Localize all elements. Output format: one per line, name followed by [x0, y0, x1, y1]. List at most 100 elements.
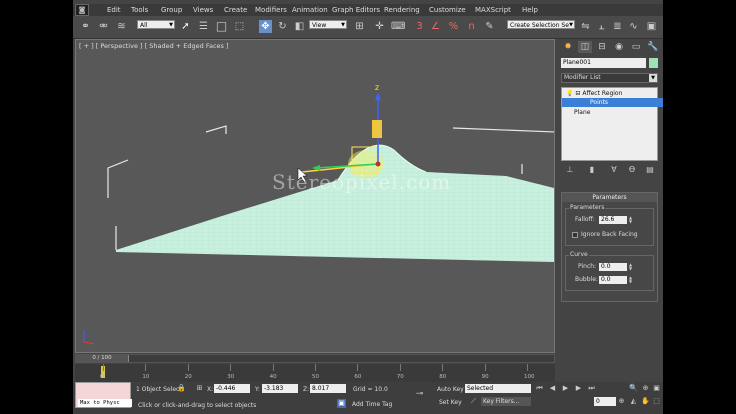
menu-help[interactable]: Help — [522, 6, 538, 14]
set-key-button[interactable]: Set Key — [439, 399, 462, 406]
go-to-end-icon[interactable]: ⏭ — [587, 384, 596, 393]
zoom-all-icon[interactable]: ⊕ — [641, 384, 650, 393]
bind-space-warp-icon[interactable]: ≋ — [115, 20, 128, 33]
select-and-manipulate-icon[interactable]: ✛ — [373, 20, 386, 33]
object-color-swatch[interactable] — [649, 58, 658, 68]
key-mode-toggle-icon[interactable]: ⊕ — [617, 397, 626, 406]
zoom-extents-icon[interactable]: ▣ — [652, 384, 661, 393]
keyboard-shortcut-icon[interactable]: ⌨ — [391, 20, 405, 33]
make-unique-icon[interactable]: ∀ — [609, 165, 619, 175]
select-and-scale-icon[interactable]: ◧ — [293, 20, 306, 33]
unlink-icon[interactable]: ⚮ — [97, 20, 110, 33]
utilities-tab-icon[interactable]: 🔧 — [646, 41, 660, 53]
menu-create[interactable]: Create — [224, 6, 247, 14]
spinner-snap-icon[interactable]: n — [465, 20, 478, 33]
lock-selection-icon[interactable]: 🔒 — [177, 384, 186, 393]
named-selection-dropdown[interactable]: Create Selection Se ▼ — [507, 20, 575, 29]
menu-edit[interactable]: Edit — [107, 6, 121, 14]
curve-editor-icon[interactable]: ∿ — [627, 20, 640, 33]
track-bar[interactable]: 0 10 20 30 40 50 60 70 80 90 100 — [75, 364, 555, 382]
spinner-arrows-icon[interactable]: ▲ ▼ — [628, 263, 633, 271]
percent-snap-icon[interactable]: % — [447, 20, 460, 33]
maxscript-input[interactable]: Max to Physc — [78, 399, 132, 407]
select-by-name-icon[interactable]: ☰ — [197, 20, 210, 33]
motion-tab-icon[interactable]: ◉ — [612, 41, 626, 53]
z-coordinate-field[interactable]: 8.017 — [310, 384, 346, 393]
go-to-start-icon[interactable]: ⏮ — [535, 384, 544, 393]
menu-group[interactable]: Group — [161, 6, 182, 14]
menu-modifiers[interactable]: Modifiers — [255, 6, 287, 14]
field-of-view-icon[interactable]: ◭ — [629, 397, 638, 406]
selection-filter-dropdown[interactable]: All ▼ — [137, 20, 175, 29]
mirror-icon[interactable]: ⇋ — [579, 20, 592, 33]
pivot-center-icon[interactable]: ⊞ — [353, 20, 366, 33]
time-tag-icon[interactable]: ▣ — [337, 399, 346, 408]
window-crossing-icon[interactable]: ⬚ — [233, 20, 246, 33]
previous-frame-icon[interactable]: ◀ — [548, 384, 557, 393]
show-end-result-icon[interactable]: ▮ — [587, 165, 597, 175]
link-icon[interactable]: ⚭ — [79, 20, 92, 33]
display-tab-icon[interactable]: ▭ — [629, 41, 643, 53]
current-frame-field[interactable]: 0 — [594, 397, 616, 406]
tangent-icon[interactable]: ⟋ — [469, 397, 478, 406]
key-icon[interactable]: ⊸ — [415, 390, 424, 399]
app-logo-icon[interactable]: ◙ — [75, 4, 89, 16]
next-frame-icon[interactable]: ▶ — [574, 384, 583, 393]
modify-tab-icon[interactable]: ◫ — [578, 41, 592, 53]
lightbulb-icon[interactable]: 💡 — [566, 90, 573, 97]
layer-manager-icon[interactable]: ≣ — [611, 20, 624, 33]
select-object-icon[interactable]: ➚ — [179, 20, 192, 33]
auto-key-button[interactable]: Auto Key — [437, 386, 464, 393]
maximize-viewport-icon[interactable]: ⬚ — [652, 397, 661, 406]
create-tab-icon[interactable]: ✸ — [561, 41, 575, 53]
modifier-list-dropdown[interactable]: Modifier List ▼ — [561, 73, 658, 83]
edit-named-selections-icon[interactable]: ✎ — [483, 20, 496, 33]
pan-icon[interactable]: ✋ — [641, 397, 650, 406]
snap-toggle-icon[interactable]: 3 — [413, 20, 426, 33]
select-and-move-icon[interactable]: ✥ — [259, 20, 272, 33]
menu-rendering[interactable]: Rendering — [384, 6, 420, 14]
y-coordinate-field[interactable]: -3.183 — [262, 384, 298, 393]
menu-maxscript[interactable]: MAXScript — [475, 6, 511, 14]
menu-views[interactable]: Views — [193, 6, 213, 14]
key-mode-dropdown[interactable]: Selected — [465, 384, 531, 393]
menu-customize[interactable]: Customize — [429, 6, 466, 14]
menu-animation[interactable]: Animation — [292, 6, 328, 14]
x-coordinate-field[interactable]: -0.446 — [214, 384, 250, 393]
maxscript-mini-listener[interactable]: Max to Physc — [75, 382, 132, 408]
key-filters-button[interactable]: Key Filters... — [481, 397, 531, 406]
object-name-field[interactable]: Plane001 — [561, 58, 646, 68]
expand-icon[interactable]: ⊟ — [575, 90, 580, 97]
perspective-viewport[interactable]: [ + ] [ Perspective ] [ Shaded + Edged F… — [75, 39, 555, 353]
time-slider[interactable]: 0 / 100 — [75, 354, 555, 363]
absolute-mode-icon[interactable]: ⊞ — [195, 384, 204, 393]
rectangle-selection-icon[interactable]: □ — [215, 20, 228, 33]
play-icon[interactable]: ▶ — [561, 384, 570, 393]
deformed-plane[interactable] — [116, 144, 554, 262]
render-setup-icon[interactable]: ▣ — [645, 20, 658, 33]
select-and-rotate-icon[interactable]: ↻ — [276, 20, 289, 33]
pin-stack-icon[interactable]: ⊥ — [565, 165, 575, 175]
ignore-back-facing-checkbox[interactable] — [572, 232, 578, 238]
rollout-header[interactable]: Parameters — [562, 193, 657, 202]
configure-sets-icon[interactable]: ▤ — [645, 165, 655, 175]
timeline-tick-label: 10 — [142, 374, 150, 380]
pinch-spinner[interactable]: 0.0 — [599, 263, 627, 271]
menu-graph-editors[interactable]: Graph Editors — [332, 6, 380, 14]
hierarchy-tab-icon[interactable]: ⊟ — [595, 41, 609, 53]
remove-modifier-icon[interactable]: Ɵ — [627, 165, 637, 175]
zoom-icon[interactable]: 🔍 — [629, 384, 638, 393]
bubble-spinner[interactable]: 0.0 — [599, 276, 627, 284]
stack-item-affect-region[interactable]: 💡 ⊟ Affect Region — [562, 89, 661, 98]
angle-snap-icon[interactable]: ∠ — [429, 20, 442, 33]
falloff-spinner[interactable]: 26.6 — [599, 216, 627, 224]
stack-item-points[interactable]: Points — [562, 98, 663, 107]
align-icon[interactable]: ⫠ — [595, 20, 608, 33]
add-time-tag[interactable]: Add Time Tag — [352, 401, 392, 408]
spinner-arrows-icon[interactable]: ▲ ▼ — [628, 276, 633, 284]
reference-coord-dropdown[interactable]: View ▼ — [309, 20, 347, 29]
time-slider-thumb[interactable]: 0 / 100 — [76, 355, 129, 362]
spinner-arrows-icon[interactable]: ▲ ▼ — [628, 216, 633, 224]
stack-item-plane[interactable]: Plane — [562, 108, 663, 117]
menu-tools[interactable]: Tools — [131, 6, 148, 14]
